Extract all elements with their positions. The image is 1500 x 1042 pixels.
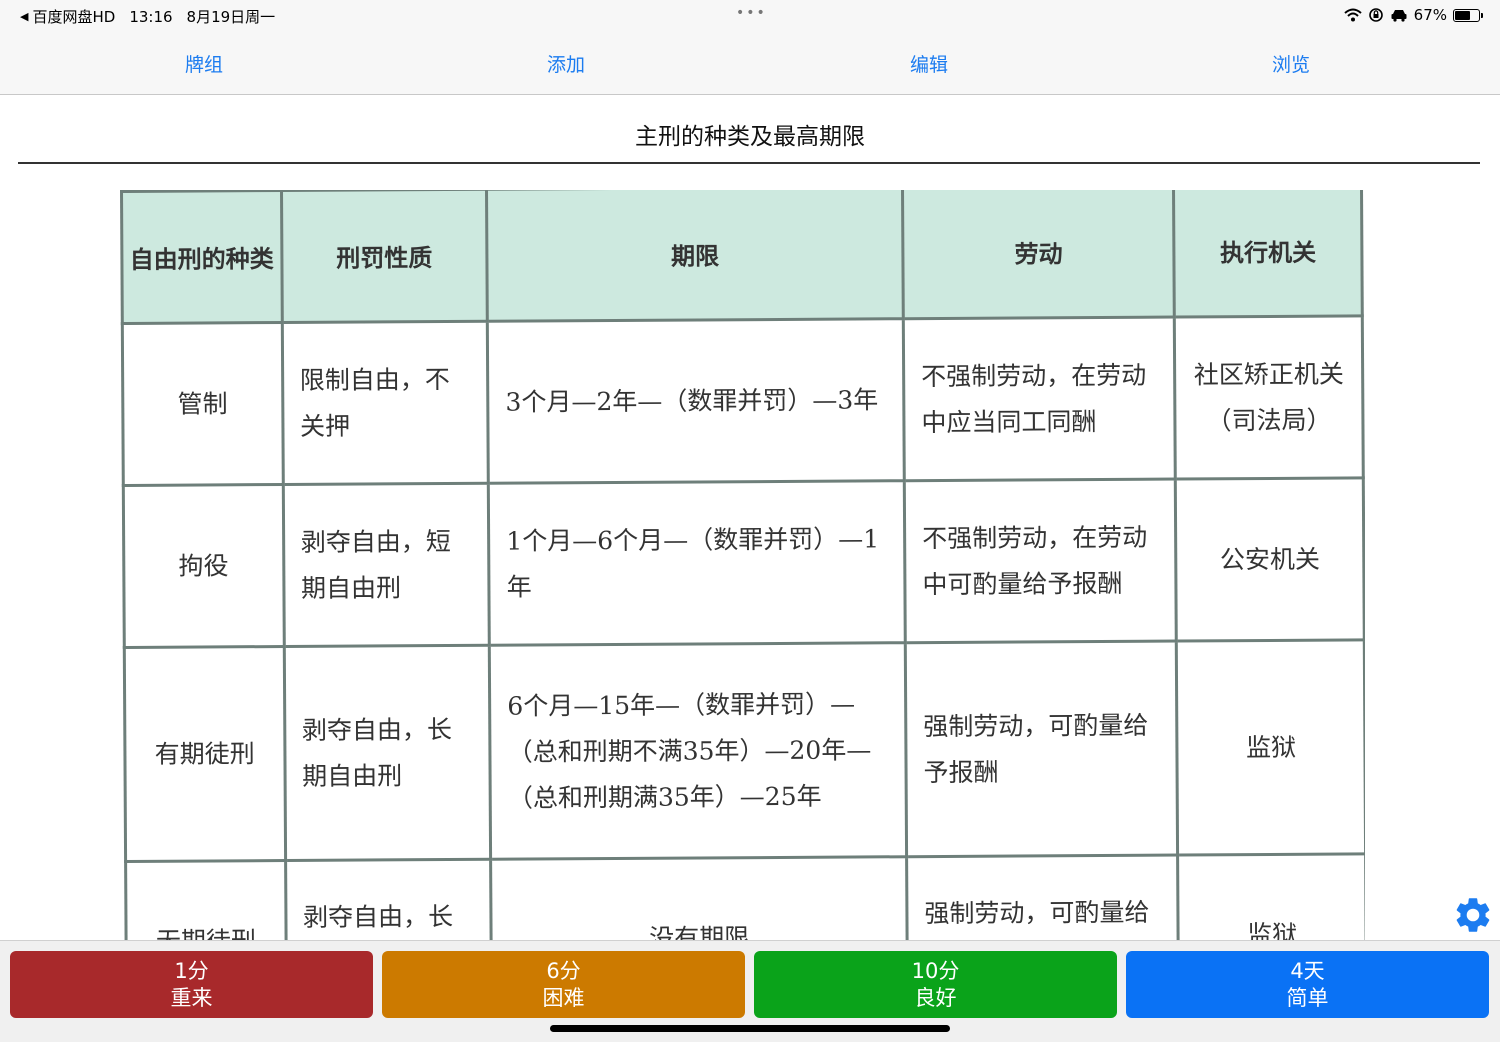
good-interval: 10分: [911, 959, 960, 983]
back-app-label[interactable]: 百度网盘HD: [32, 6, 115, 27]
table-row: 有期徒刑 剥夺自由，长期自由刑 6个月—15年—（数罪并罚）—（总和刑期不满35…: [124, 639, 1365, 862]
orientation-lock-icon: [1368, 8, 1383, 22]
header-cell: 执行机关: [1173, 190, 1363, 318]
status-date: 8月19日周一: [186, 8, 276, 26]
top-toolbar: 牌组 添加 编辑 浏览: [0, 30, 1500, 95]
header-cell: 劳动: [902, 190, 1175, 319]
easy-interval: 4天: [1290, 959, 1325, 983]
browse-button[interactable]: 浏览: [1272, 50, 1310, 77]
table-cell: 监狱: [1176, 639, 1365, 856]
status-time: 13:16: [129, 7, 173, 26]
header-cell: 期限: [486, 190, 904, 322]
table-cell: 强制劳动，可酌量给予报酬: [906, 855, 1179, 940]
table-cell: 没有期限: [490, 856, 908, 940]
wifi-icon: [1343, 8, 1362, 22]
table-cell: 社区矫正机关（司法局）: [1174, 315, 1364, 480]
good-button[interactable]: 10分 良好: [754, 951, 1117, 1018]
table-cell: 3个月—2年—（数罪并罚）—3年: [487, 318, 905, 484]
status-left: ◀ 百度网盘HD 13:16 8月19日周一: [20, 6, 275, 27]
table-cell: 强制劳动，可酌量给予报酬: [905, 641, 1178, 857]
back-arrow-icon[interactable]: ◀: [20, 10, 28, 23]
battery-fill: [1455, 10, 1471, 20]
table-row: 无期徒刑 剥夺自由，长期自由刑 没有期限 强制劳动，可酌量给予报酬 监狱: [125, 853, 1365, 940]
battery-percent: 67%: [1413, 6, 1447, 24]
good-label: 良好: [914, 986, 957, 1010]
home-indicator[interactable]: [550, 1025, 950, 1032]
title-divider: [18, 162, 1480, 164]
table-cell: 不强制劳动，在劳动中应当同工同酬: [903, 317, 1176, 481]
table-cell: 有期徒刑: [124, 646, 286, 862]
again-interval: 1分: [174, 959, 209, 983]
card-table-image: 自由刑的种类 刑罚性质 期限 劳动 执行机关 管制 限制自由，不关押 3个月—2…: [120, 190, 1365, 940]
table-cell: 拘役: [123, 484, 284, 648]
again-button[interactable]: 1分 重来: [10, 951, 373, 1018]
again-label: 重来: [170, 986, 213, 1010]
battery-icon: [1453, 8, 1483, 22]
header-cell: 自由刑的种类: [121, 190, 282, 324]
card-title: 主刑的种类及最高期限: [635, 124, 865, 150]
gear-icon[interactable]: [1452, 894, 1494, 936]
status-right: 67%: [1343, 6, 1483, 24]
table-cell: 剥夺自由，长期自由刑: [285, 859, 492, 940]
header-cell: 刑罚性质: [281, 190, 488, 323]
status-bar: ◀ 百度网盘HD 13:16 8月19日周一 ••• 67%: [0, 0, 1500, 30]
multitask-dots[interactable]: •••: [736, 5, 767, 21]
edit-button[interactable]: 编辑: [910, 50, 948, 77]
easy-button[interactable]: 4天 简单: [1126, 951, 1489, 1018]
table-cell: 监狱: [1177, 853, 1365, 940]
car-icon: [1391, 10, 1407, 22]
penalty-table: 自由刑的种类 刑罚性质 期限 劳动 执行机关 管制 限制自由，不关押 3个月—2…: [120, 190, 1365, 940]
hard-button[interactable]: 6分 困难: [382, 951, 745, 1018]
table-row: 拘役 剥夺自由，短期自由刑 1个月—6个月—（数罪并罚）—1年 不强制劳动，在劳…: [123, 477, 1365, 648]
table-cell: 剥夺自由，短期自由刑: [282, 483, 490, 647]
table-header-row: 自由刑的种类 刑罚性质 期限 劳动 执行机关: [121, 190, 1363, 324]
add-button[interactable]: 添加: [547, 50, 585, 77]
hard-interval: 6分: [546, 959, 581, 983]
table-cell: 管制: [122, 322, 283, 486]
table-cell: 限制自由，不关押: [281, 321, 489, 485]
table-cell: 6个月—15年—（数罪并罚）—（总和刑期不满35年）—20年—（总和刑期满35年…: [489, 642, 907, 860]
table-cell: 剥夺自由，长期自由刑: [283, 645, 491, 861]
decks-button[interactable]: 牌组: [185, 50, 223, 77]
table-cell: 无期徒刑: [125, 860, 287, 940]
easy-label: 简单: [1286, 986, 1329, 1010]
table-cell: 公安机关: [1175, 477, 1365, 642]
table-cell: 不强制劳动，在劳动中可酌量给予报酬: [904, 479, 1177, 643]
hard-label: 困难: [542, 986, 585, 1010]
table-cell: 1个月—6个月—（数罪并罚）—1年: [488, 480, 906, 646]
table-row: 管制 限制自由，不关押 3个月—2年—（数罪并罚）—3年 不强制劳动，在劳动中应…: [122, 315, 1364, 486]
